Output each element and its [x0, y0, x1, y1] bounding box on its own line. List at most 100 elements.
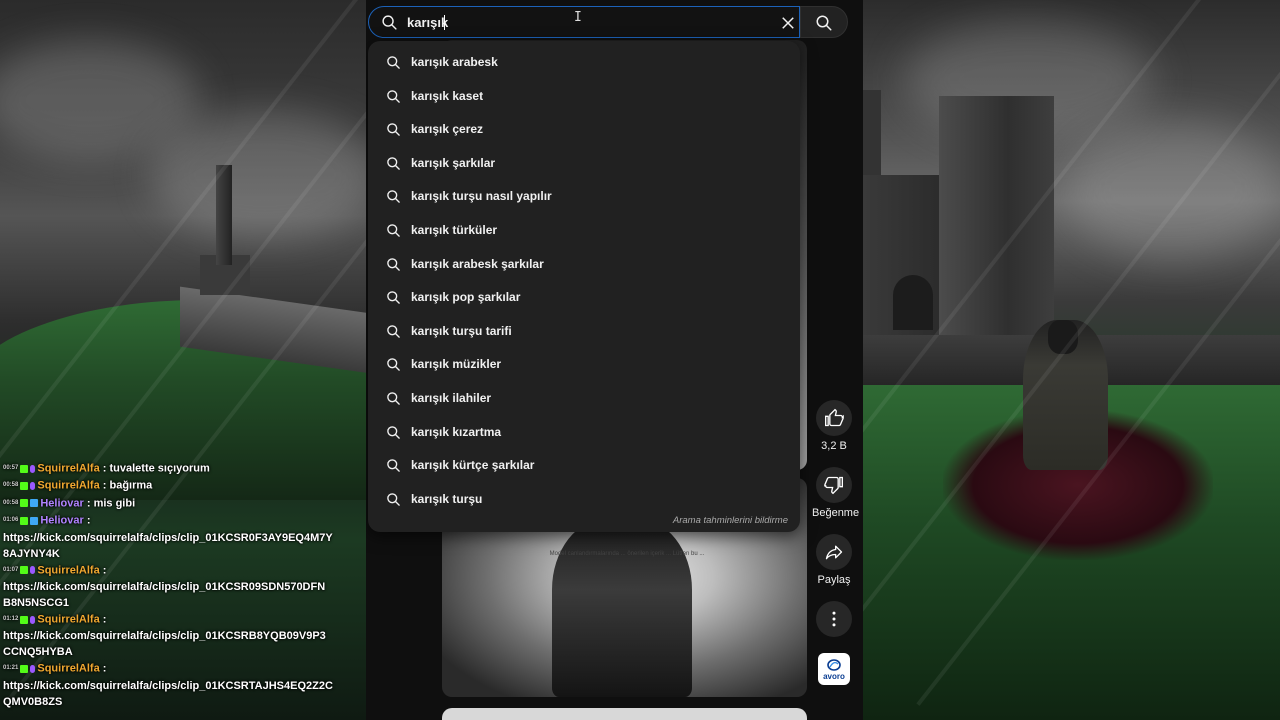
chat-message: 00:58 Heliovar : mis gibi [3, 497, 136, 510]
stream-background-right [863, 0, 1280, 720]
chat-clip-link[interactable]: https://kick.com/squirrelalfa/clips/clip… [3, 678, 333, 710]
chat-text: mis gibi [93, 497, 136, 510]
suggestion-label: karışık turşu tarifi [411, 323, 512, 338]
video-notice-text: Model canlandırmalarında ... önerilen iç… [549, 551, 705, 557]
chat-clip-link[interactable]: https://kick.com/squirrelalfa/clips/clip… [3, 530, 333, 562]
clear-search-button[interactable] [779, 14, 797, 32]
search-icon [386, 357, 401, 377]
more-action [812, 601, 856, 637]
channel-action: avoro [812, 653, 856, 685]
dislike-label: Beğenme [812, 507, 860, 519]
report-predictions-link[interactable]: Arama tahminlerini bildirme [673, 515, 788, 526]
video-thumbnail-next[interactable] [442, 708, 807, 720]
mic-badge-icon [30, 664, 36, 673]
suggestion-item[interactable]: karışık ilahiler [368, 382, 800, 416]
search-icon [386, 89, 401, 109]
suggestion-label: karışık arabesk şarkılar [411, 256, 544, 271]
thumbs-up-icon [825, 408, 844, 427]
kick-badge-icon [20, 615, 29, 624]
monument-tower [216, 165, 232, 265]
mouse-ibeam-cursor-icon: I [574, 10, 582, 25]
share-button[interactable] [816, 534, 852, 570]
suggestion-item[interactable]: karışık türküler [368, 214, 800, 248]
suggestion-item[interactable]: karışık arabesk şarkılar [368, 248, 800, 282]
suggestion-label: karışık ilahiler [411, 390, 492, 405]
suggestion-label: karışık şarkılar [411, 155, 496, 170]
suggestion-item[interactable]: karışık çerez [368, 113, 800, 147]
kick-badge-icon [20, 566, 29, 575]
suggestion-item[interactable]: karışık turşu [368, 483, 800, 517]
search-icon [386, 156, 401, 176]
chat-timestamp: 00:57 [3, 465, 19, 471]
suggestion-label: karışık türküler [411, 222, 498, 237]
youtube-shorts-panel: Model canlandırmalarında ... önerilen iç… [366, 0, 863, 720]
kick-badge-icon [20, 516, 29, 525]
dislike-button[interactable] [816, 467, 852, 503]
suggestion-item[interactable]: karışık arabesk [368, 46, 800, 80]
chat-text: bağırma [109, 479, 153, 492]
like-action: 3,2 B [812, 400, 856, 452]
suggestion-item[interactable]: karışık kürtçe şarkılar [368, 449, 800, 483]
suggestion-label: karışık pop şarkılar [411, 290, 521, 305]
mic-badge-icon [30, 464, 36, 473]
chat-username[interactable]: SquirrelAlfa [37, 613, 99, 625]
suggestion-label: karışık arabesk [411, 55, 498, 69]
like-button[interactable] [816, 400, 852, 436]
suggestion-item[interactable]: karışık müzikler [368, 348, 800, 382]
suggestion-label: karışık müzikler [411, 357, 502, 372]
suggestion-item[interactable]: karışık şarkılar [368, 147, 800, 181]
kick-badge-icon [20, 499, 29, 508]
chat-username[interactable]: Heliovar [40, 497, 83, 509]
cloud [1063, 120, 1280, 260]
suggestion-label: karışık turşu nasıl yapılır [411, 189, 552, 204]
sub-badge-icon [30, 499, 39, 508]
castle-keep [939, 96, 1054, 336]
search-bar: I [366, 6, 863, 38]
text-caret [444, 15, 445, 30]
channel-avatar-text: avoro [823, 671, 845, 681]
channel-avatar[interactable]: avoro [818, 653, 850, 685]
suggestion-item[interactable]: karışık pop şarkılar [368, 281, 800, 315]
chat-clip-link[interactable]: https://kick.com/squirrelalfa/clips/clip… [3, 579, 333, 611]
search-submit-button[interactable] [800, 6, 848, 38]
chat-timestamp: 01:21 [3, 665, 19, 672]
share-action: Paylaş [812, 534, 856, 586]
suggestion-label: karışık çerez [411, 122, 484, 137]
chat-username[interactable]: Heliovar [40, 515, 83, 527]
mic-badge-icon [30, 481, 36, 490]
suggestion-label: karışık kürtçe şarkılar [411, 458, 535, 473]
chat-message: 01:06 Heliovar : https://kick.com/squirre… [3, 514, 333, 562]
castle-door [893, 275, 933, 330]
suggestion-item[interactable]: karışık kaset [368, 80, 800, 114]
search-icon [816, 15, 832, 31]
suggestion-label: karışık kızartma [411, 424, 502, 439]
suggestion-item[interactable]: karışık turşu tarifi [368, 315, 800, 349]
suggestion-item[interactable]: karışık turşu nasıl yapılır [368, 180, 800, 214]
search-icon [386, 425, 401, 445]
chat-timestamp: 00:58 [3, 499, 19, 506]
chat-message: 00:58 SquirrelAlfa : bağırma [3, 479, 153, 492]
chat-username[interactable]: SquirrelAlfa [37, 564, 99, 576]
video-figure [552, 518, 692, 697]
more-options-button[interactable] [816, 601, 852, 637]
suggestion-item[interactable]: karışık kızartma [368, 416, 800, 450]
search-icon [386, 223, 401, 243]
chat-username[interactable]: SquirrelAlfa [37, 480, 99, 492]
chat-timestamp: 01:07 [3, 566, 19, 573]
chat-username[interactable]: SquirrelAlfa [37, 462, 99, 474]
search-icon [386, 290, 401, 310]
search-icon [386, 122, 401, 142]
chat-timestamp: 01:06 [3, 517, 19, 524]
kick-badge-icon [20, 464, 29, 473]
search-box: I [368, 6, 800, 38]
sub-badge-icon [30, 516, 39, 525]
suggestion-label: karışık kaset [411, 88, 484, 103]
search-icon [386, 458, 401, 478]
search-input[interactable] [407, 12, 767, 32]
chat-text: tuvalette sıçıyorum [109, 462, 210, 475]
chat-message: 00:57 SquirrelAlfa : tuvalette sıçıyorum [3, 462, 210, 475]
chat-clip-link[interactable]: https://kick.com/squirrelalfa/clips/clip… [3, 628, 333, 660]
more-vertical-icon [832, 611, 836, 627]
search-icon [386, 55, 401, 75]
chat-username[interactable]: SquirrelAlfa [37, 663, 99, 675]
